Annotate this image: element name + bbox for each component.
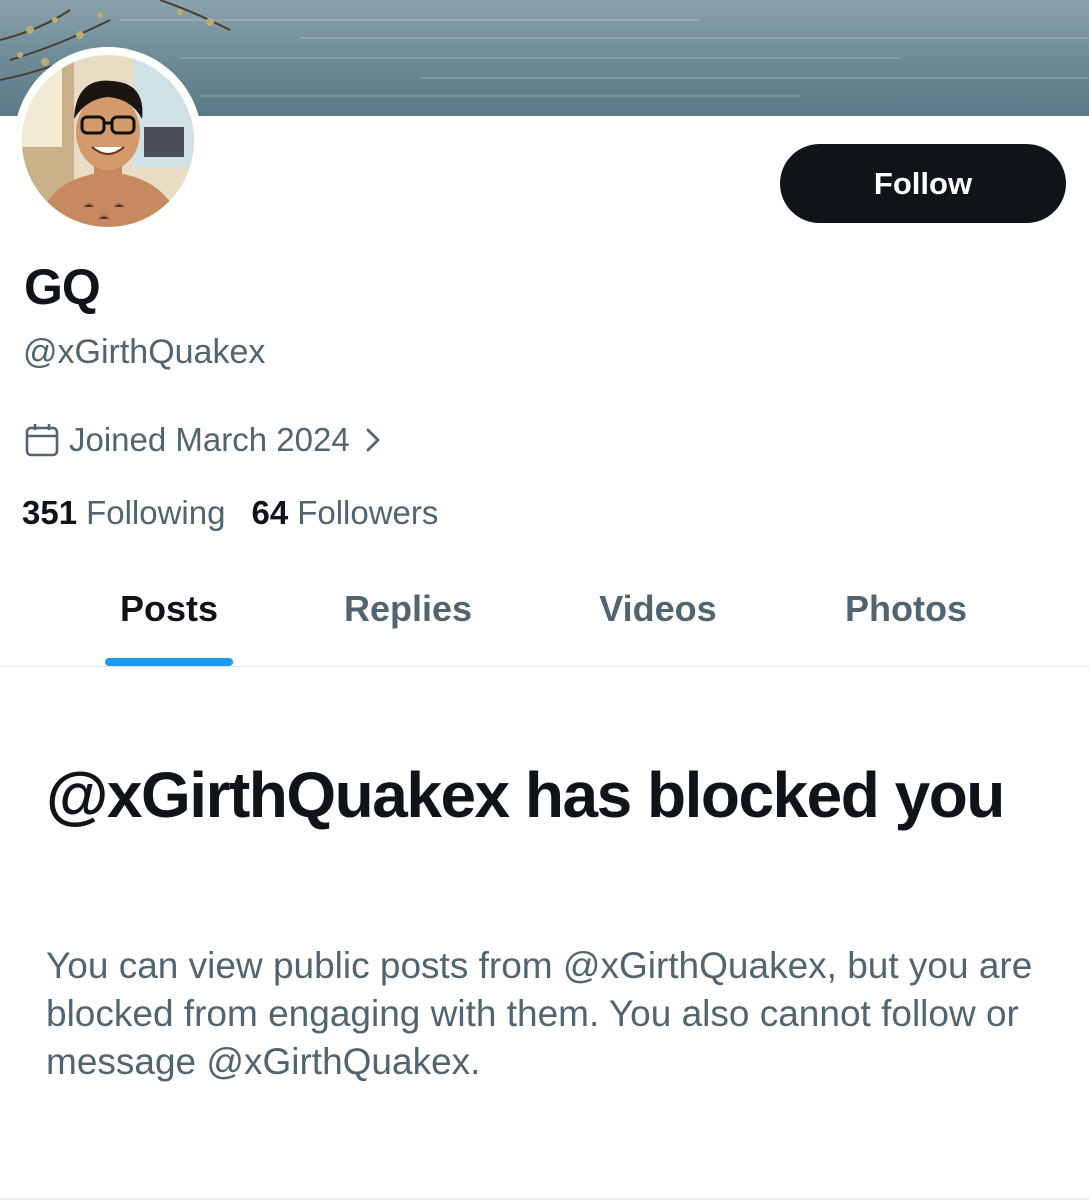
- followers-stat[interactable]: 64 Followers: [251, 494, 438, 532]
- chevron-right-icon: [364, 425, 382, 455]
- joined-label: Joined March 2024: [69, 421, 350, 458]
- blocked-message: You can view public posts from @xGirthQu…: [46, 945, 1033, 1082]
- followers-count: 64: [251, 494, 289, 531]
- following-stat[interactable]: 351 Following: [22, 494, 225, 532]
- profile-tabs: Posts Replies Videos Photos: [0, 560, 1089, 667]
- follow-button[interactable]: Follow: [780, 144, 1066, 223]
- tab-videos[interactable]: Videos: [599, 588, 716, 630]
- followers-label: Followers: [297, 494, 439, 531]
- display-name: GQ: [24, 259, 101, 315]
- tab-photos[interactable]: Photos: [845, 588, 967, 630]
- avatar[interactable]: [14, 47, 202, 235]
- follow-stats: 351 Following 64 Followers: [22, 494, 438, 532]
- following-label: Following: [86, 494, 226, 531]
- active-tab-indicator: [105, 658, 233, 666]
- user-handle: @xGirthQuakex: [23, 333, 266, 371]
- avatar-image: [14, 47, 202, 235]
- tab-replies[interactable]: Replies: [344, 588, 472, 630]
- blocked-title: @xGirthQuakex has blocked you: [46, 759, 1005, 831]
- follow-button-label: Follow: [873, 165, 973, 201]
- tab-posts[interactable]: Posts: [120, 588, 218, 630]
- joined-date[interactable]: Joined March 2024: [24, 420, 382, 460]
- profile-page: Follow GQ @xGirthQuakex Joined March 202…: [0, 0, 1089, 1200]
- calendar-icon: [24, 422, 60, 458]
- following-count: 351: [22, 494, 78, 531]
